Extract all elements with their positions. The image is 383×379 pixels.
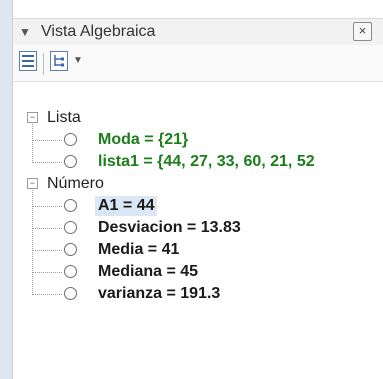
list-item[interactable]: A1 = 44 <box>13 196 383 218</box>
item-text: Desviacion = 13.83 <box>98 219 241 236</box>
item-text: lista1 = {44, 27, 33, 60, 21, 52 <box>98 153 315 170</box>
visibility-toggle-icon[interactable] <box>64 155 77 168</box>
algebra-view-panel: ▼ Vista Algebraica × ▼ − Lista Moda = {2… <box>13 0 383 379</box>
tree-branch-line <box>32 250 62 251</box>
item-text: Mediana = 45 <box>98 263 199 280</box>
group-numero[interactable]: − Número <box>13 174 383 196</box>
list-item[interactable]: Mediana = 45 <box>13 262 383 284</box>
tree-branch-line <box>32 272 62 273</box>
tree-structure-icon[interactable] <box>50 51 68 76</box>
left-edge-strip <box>0 0 13 379</box>
algebra-view-icon[interactable] <box>19 51 37 76</box>
visibility-toggle-icon[interactable] <box>64 243 77 256</box>
algebra-tree: − Lista Moda = {21} lista1 = {44, 27, 33… <box>13 100 383 379</box>
item-text: Media = 41 <box>98 241 180 258</box>
dropdown-caret-icon[interactable]: ▼ <box>73 55 83 66</box>
visibility-toggle-icon[interactable] <box>64 221 77 234</box>
tree-branch-line <box>32 206 62 207</box>
list-item[interactable]: varianza = 191.3 <box>13 284 383 306</box>
list-item[interactable]: Media = 41 <box>13 240 383 262</box>
list-item[interactable]: Moda = {21} <box>13 130 383 152</box>
panel-titlebar: ▼ Vista Algebraica × <box>13 18 383 46</box>
tree-branch-line <box>32 140 62 141</box>
collapse-panel-icon[interactable]: ▼ <box>19 25 31 39</box>
close-button[interactable]: × <box>353 22 372 41</box>
collapse-group-icon[interactable]: − <box>27 178 38 189</box>
visibility-toggle-icon[interactable] <box>64 265 77 278</box>
list-item[interactable]: lista1 = {44, 27, 33, 60, 21, 52 <box>13 152 383 174</box>
list-item[interactable]: Desviacion = 13.83 <box>13 218 383 240</box>
visibility-toggle-icon[interactable] <box>64 287 77 300</box>
tree-branch-line <box>32 162 62 163</box>
collapse-group-icon[interactable]: − <box>27 112 38 123</box>
group-label: Lista <box>47 109 81 126</box>
item-text: varianza = 191.3 <box>98 285 221 302</box>
item-text: A1 = 44 <box>95 196 158 216</box>
tree-branch-line <box>32 228 62 229</box>
group-lista[interactable]: − Lista <box>13 108 383 130</box>
toolbar-separator <box>43 53 44 75</box>
group-label: Número <box>47 175 104 192</box>
visibility-toggle-icon[interactable] <box>64 133 77 146</box>
visibility-toggle-icon[interactable] <box>64 199 77 212</box>
view-toolbar: ▼ <box>13 45 383 82</box>
tree-branch-line <box>32 294 62 295</box>
item-text: Moda = {21} <box>98 131 189 148</box>
panel-title: Vista Algebraica <box>41 23 156 40</box>
